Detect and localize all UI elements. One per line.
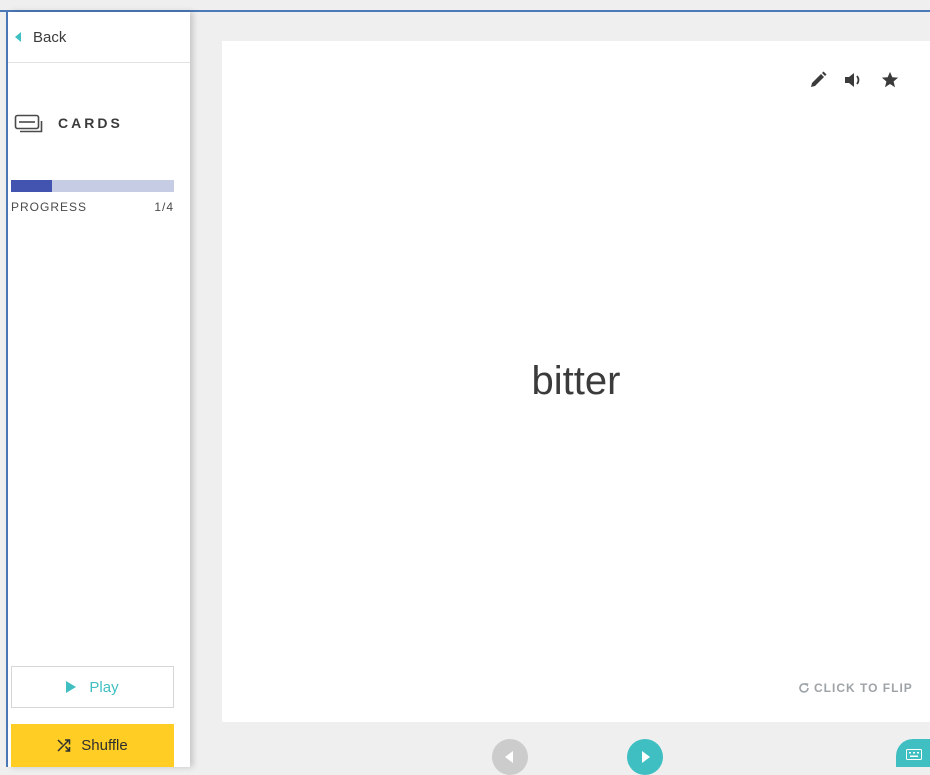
next-card-button[interactable]	[627, 739, 663, 775]
star-button[interactable]	[880, 70, 900, 90]
back-arrow-icon	[15, 32, 21, 42]
shuffle-label: Shuffle	[81, 737, 128, 754]
back-button[interactable]: Back	[8, 12, 190, 63]
cards-title: CARDS	[58, 115, 123, 131]
audio-button[interactable]	[844, 70, 864, 90]
chevron-right-icon	[642, 751, 650, 763]
flashcard[interactable]: bitter CLICK TO FLIP	[222, 41, 930, 722]
play-icon	[66, 681, 77, 693]
shuffle-icon	[57, 739, 71, 752]
flip-label: CLICK TO FLIP	[814, 681, 913, 695]
progress-label: PROGRESS	[11, 200, 88, 214]
progress-fill	[11, 180, 52, 192]
edit-button[interactable]	[808, 70, 828, 90]
shuffle-button[interactable]: Shuffle	[11, 724, 174, 767]
progress-count: 1/4	[154, 200, 174, 214]
refresh-icon	[799, 683, 809, 693]
keyboard-shortcuts-button[interactable]	[896, 739, 930, 767]
card-term: bitter	[531, 359, 621, 403]
back-label: Back	[33, 28, 67, 46]
sidebar: Back CARDS PROGRESS 1/4 Play Shuffle	[8, 12, 190, 767]
speaker-icon	[845, 73, 860, 87]
card-toolbar	[808, 70, 900, 90]
progress-bar	[11, 180, 174, 192]
cards-heading: CARDS	[14, 112, 123, 134]
star-icon	[881, 71, 899, 88]
click-to-flip[interactable]: CLICK TO FLIP	[798, 681, 913, 695]
chevron-left-icon	[505, 751, 513, 763]
cards-icon	[14, 114, 43, 133]
play-label: Play	[89, 678, 119, 696]
pencil-icon	[811, 71, 827, 87]
play-button[interactable]: Play	[11, 666, 174, 708]
keyboard-icon	[906, 749, 922, 760]
previous-card-button[interactable]	[492, 739, 528, 775]
